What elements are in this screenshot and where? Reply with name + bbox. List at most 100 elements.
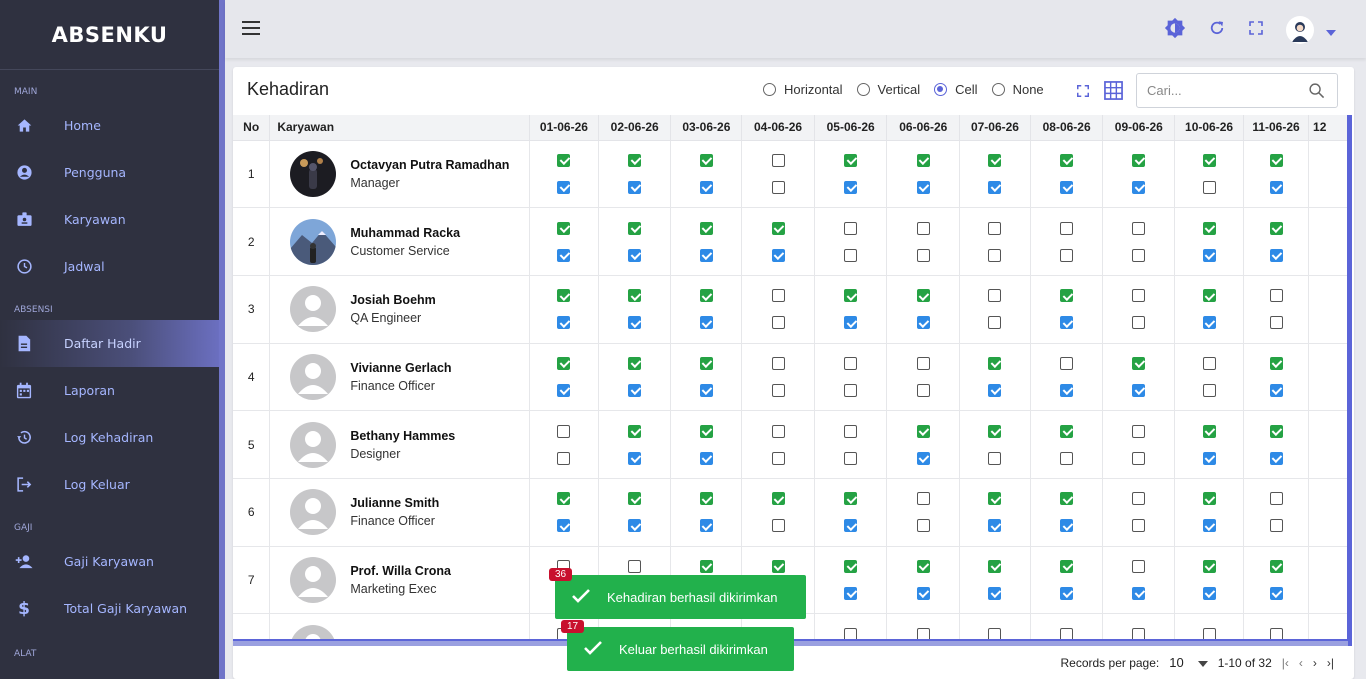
checkout-checkbox[interactable] — [844, 316, 858, 330]
checkin-checkbox[interactable] — [1269, 424, 1283, 438]
checkin-checkbox[interactable] — [557, 356, 571, 370]
checkout-checkbox[interactable] — [699, 316, 713, 330]
checkout-checkbox[interactable] — [628, 451, 642, 465]
checkout-checkbox[interactable] — [1202, 451, 1216, 465]
brand-logo[interactable]: ABSENKU — [0, 0, 219, 70]
nav-item-karyawan[interactable]: Karyawan — [0, 196, 219, 243]
checkout-checkbox[interactable] — [1060, 383, 1074, 397]
user-avatar[interactable] — [1286, 16, 1314, 44]
checkin-checkbox[interactable] — [1202, 492, 1216, 506]
checkin-checkbox[interactable] — [699, 289, 713, 303]
checkout-checkbox[interactable] — [988, 519, 1002, 533]
checkin-checkbox[interactable] — [988, 492, 1002, 506]
checkout-checkbox[interactable] — [699, 180, 713, 194]
nav-item-jadwal[interactable]: Jadwal — [0, 243, 219, 290]
checkout-checkbox[interactable] — [628, 383, 642, 397]
checkin-checkbox[interactable] — [628, 221, 642, 235]
checkin-checkbox[interactable] — [1132, 289, 1146, 303]
checkin-checkbox[interactable] — [1202, 559, 1216, 573]
search-input[interactable] — [1147, 83, 1297, 98]
checkin-checkbox[interactable] — [988, 627, 1002, 639]
theme-brightness-icon[interactable] — [1164, 17, 1186, 43]
checkin-checkbox[interactable] — [1202, 221, 1216, 235]
checkout-checkbox[interactable] — [1269, 248, 1283, 262]
checkin-checkbox[interactable] — [1269, 221, 1283, 235]
nav-item-pengguna[interactable]: Pengguna — [0, 149, 219, 196]
checkin-checkbox[interactable] — [699, 356, 713, 370]
checkout-checkbox[interactable] — [916, 180, 930, 194]
checkout-checkbox[interactable] — [1202, 180, 1216, 194]
checkout-checkbox[interactable] — [557, 316, 571, 330]
checkout-checkbox[interactable] — [1060, 248, 1074, 262]
checkout-checkbox[interactable] — [1132, 586, 1146, 600]
header-date[interactable]: 12 — [1308, 115, 1348, 141]
checkin-checkbox[interactable] — [1269, 627, 1283, 639]
checkin-checkbox[interactable] — [1202, 356, 1216, 370]
checkin-checkbox[interactable] — [844, 627, 858, 639]
nav-item-log-keluar[interactable]: Log Keluar — [0, 461, 219, 508]
checkin-checkbox[interactable] — [916, 627, 930, 639]
radio-vertical[interactable]: Vertical — [856, 82, 920, 97]
checkin-checkbox[interactable] — [1060, 356, 1074, 370]
checkout-checkbox[interactable] — [1060, 451, 1074, 465]
checkin-checkbox[interactable] — [1202, 289, 1216, 303]
checkin-checkbox[interactable] — [1269, 289, 1283, 303]
checkin-checkbox[interactable] — [1060, 289, 1074, 303]
checkin-checkbox[interactable] — [844, 221, 858, 235]
header-date[interactable]: 11-06-26 — [1243, 115, 1310, 141]
checkin-checkbox[interactable] — [628, 153, 642, 167]
header-date[interactable]: 06-06-26 — [886, 115, 961, 141]
checkout-checkbox[interactable] — [1202, 383, 1216, 397]
checkin-checkbox[interactable] — [988, 559, 1002, 573]
header-date[interactable]: 01-06-26 — [529, 115, 599, 141]
checkin-checkbox[interactable] — [988, 424, 1002, 438]
checkin-checkbox[interactable] — [916, 424, 930, 438]
checkout-checkbox[interactable] — [699, 519, 713, 533]
checkout-checkbox[interactable] — [844, 180, 858, 194]
checkout-checkbox[interactable] — [1132, 316, 1146, 330]
checkin-checkbox[interactable] — [628, 424, 642, 438]
checkin-checkbox[interactable] — [1202, 153, 1216, 167]
checkout-checkbox[interactable] — [771, 316, 785, 330]
checkout-checkbox[interactable] — [1060, 180, 1074, 194]
checkin-checkbox[interactable] — [916, 356, 930, 370]
checkout-checkbox[interactable] — [988, 248, 1002, 262]
checkout-checkbox[interactable] — [1060, 316, 1074, 330]
checkout-checkbox[interactable] — [699, 248, 713, 262]
checkin-checkbox[interactable] — [988, 153, 1002, 167]
checkout-checkbox[interactable] — [557, 248, 571, 262]
checkin-checkbox[interactable] — [988, 289, 1002, 303]
checkin-checkbox[interactable] — [699, 221, 713, 235]
checkout-checkbox[interactable] — [988, 451, 1002, 465]
checkout-checkbox[interactable] — [557, 519, 571, 533]
checkin-checkbox[interactable] — [699, 559, 713, 573]
last-page-icon[interactable]: ›| — [1327, 656, 1334, 670]
nav-item-home[interactable]: Home — [0, 102, 219, 149]
checkout-checkbox[interactable] — [844, 451, 858, 465]
attendance-table-wrapper[interactable]: No Karyawan 01-06-26 02-06-26 03-06-26 04-0… — [233, 115, 1348, 639]
checkin-checkbox[interactable] — [699, 492, 713, 506]
header-date[interactable]: 09-06-26 — [1102, 115, 1176, 141]
checkin-checkbox[interactable] — [1132, 356, 1146, 370]
checkin-checkbox[interactable] — [557, 289, 571, 303]
checkin-checkbox[interactable] — [1060, 221, 1074, 235]
checkout-checkbox[interactable] — [771, 180, 785, 194]
checkin-checkbox[interactable] — [844, 289, 858, 303]
checkin-checkbox[interactable] — [844, 153, 858, 167]
checkout-checkbox[interactable] — [699, 383, 713, 397]
checkin-checkbox[interactable] — [844, 424, 858, 438]
checkin-checkbox[interactable] — [1132, 627, 1146, 639]
checkout-checkbox[interactable] — [1202, 316, 1216, 330]
checkout-checkbox[interactable] — [1202, 586, 1216, 600]
sidebar-scrollbar[interactable] — [219, 0, 225, 679]
nav-item-total-gaji[interactable]: $ Total Gaji Karyawan — [0, 585, 219, 632]
checkout-checkbox[interactable] — [557, 383, 571, 397]
checkin-checkbox[interactable] — [628, 356, 642, 370]
checkin-checkbox[interactable] — [1132, 492, 1146, 506]
expand-icon[interactable] — [1076, 83, 1090, 102]
checkin-checkbox[interactable] — [1060, 153, 1074, 167]
checkout-checkbox[interactable] — [1269, 316, 1283, 330]
checkin-checkbox[interactable] — [988, 221, 1002, 235]
checkout-checkbox[interactable] — [628, 180, 642, 194]
checkout-checkbox[interactable] — [1269, 519, 1283, 533]
